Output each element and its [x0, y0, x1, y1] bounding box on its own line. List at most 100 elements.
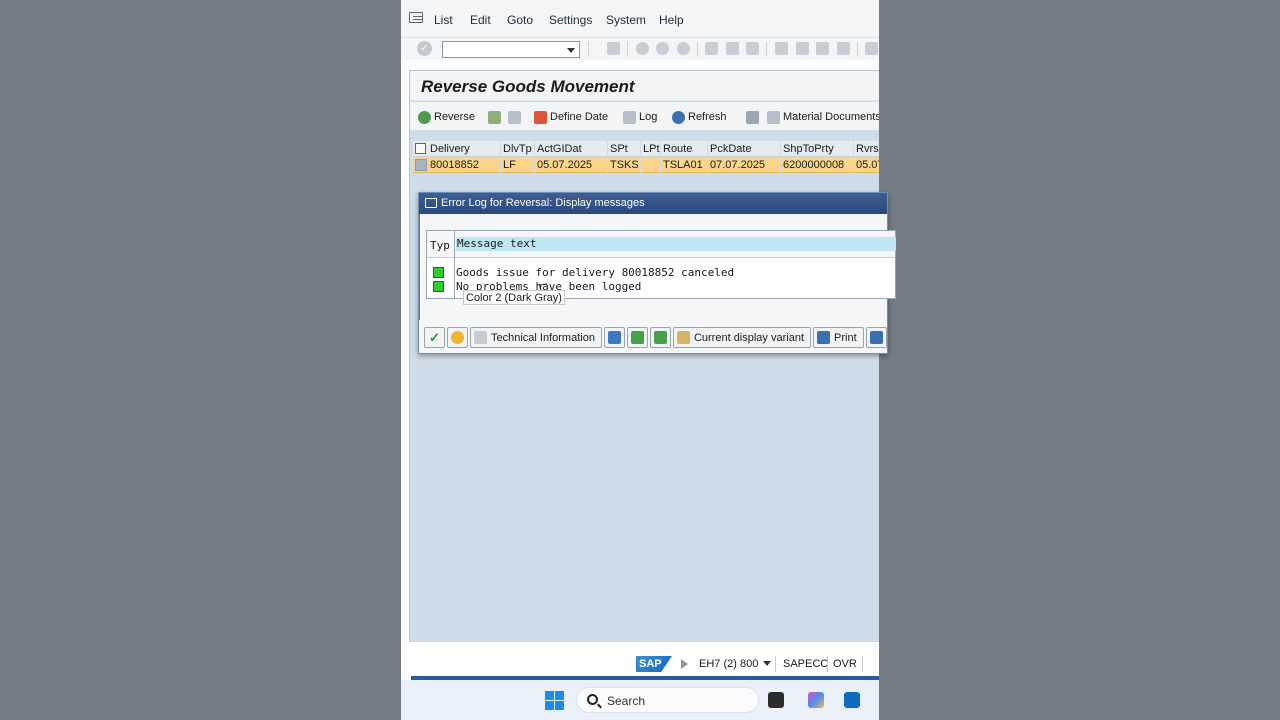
last-page-icon[interactable] — [837, 42, 850, 55]
material-documents-button[interactable]: Material Documents. — [767, 109, 879, 125]
row-selector[interactable] — [415, 159, 427, 171]
reverse-button[interactable]: Reverse — [418, 109, 475, 125]
cell-spt: TSKS — [610, 159, 639, 171]
menu-bar: List Edit Goto Settings System Help — [401, 0, 879, 38]
material-documents-label: Material Documents. — [783, 111, 879, 123]
windows-start-icon[interactable] — [545, 691, 564, 710]
cancel-icon[interactable] — [677, 42, 690, 55]
print-button[interactable]: Print — [813, 327, 864, 348]
find-button[interactable] — [865, 327, 887, 348]
cell-dlvtp: LF — [503, 159, 516, 171]
other-object-button[interactable] — [746, 109, 759, 125]
taskbar-search[interactable]: Search — [576, 687, 759, 713]
next-page-icon[interactable] — [816, 42, 829, 55]
chevron-down-icon[interactable] — [567, 48, 575, 53]
column-divider — [500, 141, 501, 173]
sort-ascending-icon — [630, 331, 644, 344]
log-button[interactable]: Log — [623, 109, 657, 125]
select-all-cell-icon[interactable] — [415, 143, 426, 154]
column-header-rvrsl[interactable]: Rvrsl — [856, 143, 879, 155]
success-status-icon — [433, 267, 444, 278]
sap-logo: SAP — [636, 656, 672, 672]
status-bar: SAP EH7 (2) 800 SAPECC OVR — [401, 650, 879, 676]
previous-page-icon[interactable] — [796, 42, 809, 55]
play-icon[interactable] — [681, 659, 688, 669]
error-log-dialog: Error Log for Reversal: Display messages… — [418, 192, 896, 354]
column-divider — [660, 141, 661, 173]
sap-window: List Edit Goto Settings System Help ✓ Re… — [401, 0, 879, 720]
menu-edit[interactable]: Edit — [470, 13, 491, 27]
enter-check-icon[interactable]: ✓ — [417, 41, 432, 56]
deselect-all-button[interactable] — [508, 109, 521, 125]
column-divider — [640, 141, 641, 173]
search-label: Search — [607, 694, 646, 708]
technical-information-label: Technical Information — [491, 331, 595, 344]
define-date-button[interactable]: Define Date — [534, 109, 608, 125]
dialog-title-bar[interactable]: Error Log for Reversal: Display messages — [419, 193, 887, 214]
menu-goto[interactable]: Goto — [507, 13, 533, 27]
column-header-lpt[interactable]: LPt — [643, 143, 660, 155]
task-view-icon[interactable] — [768, 692, 784, 708]
column-header-actgidat[interactable]: ActGIDat — [537, 143, 582, 155]
insert-mode[interactable]: OVR — [833, 658, 857, 670]
cell-route: TSLA01 — [663, 159, 703, 171]
server-name: SAPECC — [783, 658, 829, 670]
column-header-spt[interactable]: SPt — [610, 143, 628, 155]
exit-icon[interactable] — [656, 42, 669, 55]
filter-button[interactable] — [603, 327, 625, 348]
menu-icon[interactable] — [409, 12, 423, 23]
chevron-down-icon[interactable] — [763, 661, 771, 666]
filter-icon — [607, 331, 621, 344]
column-header-delivery[interactable]: Delivery — [430, 143, 470, 155]
select-all-button[interactable] — [488, 109, 501, 125]
work-area: Reverse Goods Movement Reverse Define Da… — [409, 70, 879, 642]
menu-list[interactable]: List — [434, 13, 453, 27]
message-row[interactable]: Goods issue for delivery 80018852 cancel… — [456, 266, 734, 279]
dialog-menu-icon[interactable] — [425, 198, 437, 208]
sort-descending-button[interactable] — [649, 327, 671, 348]
new-session-icon[interactable] — [865, 42, 878, 55]
log-icon — [623, 110, 636, 124]
back-icon[interactable] — [636, 42, 649, 55]
reverse-icon — [418, 110, 431, 124]
status-separator — [775, 656, 776, 672]
checkmark-icon: ✓ — [429, 329, 440, 345]
command-field[interactable] — [442, 41, 580, 58]
standard-toolbar: ✓ — [401, 38, 879, 60]
table-header: Delivery DlvTp ActGIDat SPt LPt Route Pc… — [413, 141, 879, 157]
first-page-icon[interactable] — [775, 42, 788, 55]
column-divider — [780, 141, 781, 173]
find-icon[interactable] — [726, 42, 739, 55]
save-icon[interactable] — [607, 42, 620, 55]
refresh-button[interactable]: Refresh — [672, 109, 727, 125]
outlook-icon[interactable] — [844, 692, 860, 708]
copilot-icon[interactable] — [808, 692, 824, 708]
select-all-icon — [488, 110, 501, 124]
technical-information-button[interactable]: Technical Information — [470, 327, 602, 348]
technical-info-icon — [474, 331, 487, 344]
menu-system[interactable]: System — [606, 13, 646, 27]
column-header-route[interactable]: Route — [663, 143, 692, 155]
status-separator — [862, 656, 863, 672]
page-title: Reverse Goods Movement — [421, 77, 635, 96]
screen-title-bar: Reverse Goods Movement — [410, 71, 879, 101]
column-header-dlvtp[interactable]: DlvTp — [503, 143, 532, 155]
column-header-pckdate[interactable]: PckDate — [710, 143, 752, 155]
find-next-icon[interactable] — [746, 42, 759, 55]
layout-icon — [676, 331, 690, 344]
sort-ascending-button[interactable] — [626, 327, 648, 348]
table-row[interactable]: 80018852 LF 05.07.2025 TSKS TSLA01 07.07… — [413, 157, 879, 173]
current-display-variant-button[interactable]: Current display variant — [672, 327, 812, 348]
column-header-message[interactable]: Message text — [456, 237, 896, 251]
print-icon[interactable] — [705, 42, 718, 55]
help-button[interactable] — [447, 327, 468, 348]
system-info[interactable]: EH7 (2) 800 — [699, 658, 758, 670]
column-divider — [707, 141, 708, 173]
cell-shptoprty: 6200000008 — [783, 159, 845, 171]
refresh-icon — [672, 110, 685, 124]
column-header-shptoprty[interactable]: ShpToPrty — [783, 143, 834, 155]
menu-help[interactable]: Help — [659, 13, 684, 27]
menu-settings[interactable]: Settings — [549, 13, 592, 27]
continue-button[interactable]: ✓ — [424, 327, 445, 348]
application-toolbar: Reverse Define Date Log Refresh Material… — [410, 102, 879, 130]
